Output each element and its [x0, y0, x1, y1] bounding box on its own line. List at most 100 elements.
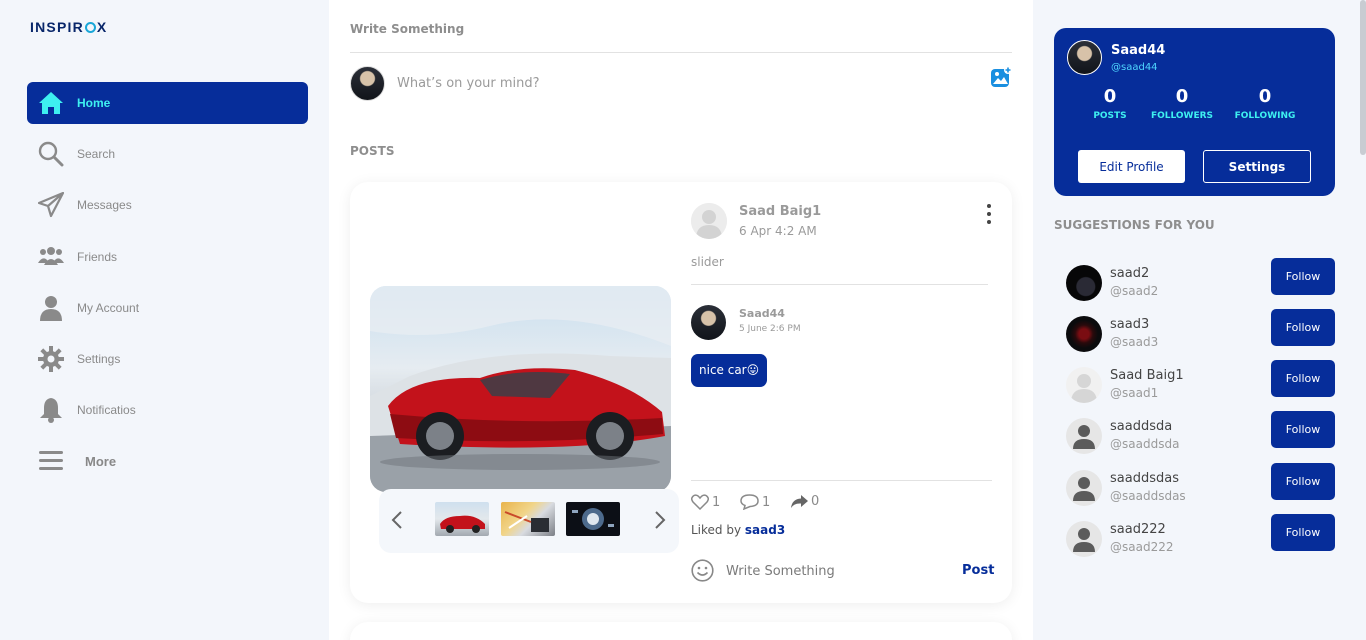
friends-icon — [38, 244, 64, 270]
default-avatar-icon[interactable] — [1066, 521, 1102, 557]
divider — [691, 480, 992, 481]
liked-by-user-link[interactable]: saad3 — [745, 523, 785, 537]
suggestion-item: saad2 @saad2 Follow — [1066, 258, 1336, 305]
default-avatar-icon[interactable] — [1066, 470, 1102, 506]
edit-profile-button[interactable]: Edit Profile — [1078, 150, 1185, 183]
bell-icon — [38, 397, 64, 423]
suggestion-name[interactable]: saaddsdas — [1110, 471, 1179, 486]
avatar[interactable] — [691, 203, 727, 239]
chevron-right-icon[interactable] — [648, 507, 672, 533]
share-button[interactable]: 0 — [790, 494, 819, 509]
post-composer-input[interactable] — [397, 72, 957, 94]
red-sports-car-image[interactable] — [370, 286, 671, 492]
user-icon — [38, 295, 64, 321]
share-count: 0 — [811, 494, 820, 509]
sidebar-item-more[interactable]: More — [27, 440, 308, 482]
sidebar-item-home[interactable]: Home — [27, 82, 308, 124]
post-comment-button[interactable]: Post — [962, 563, 994, 578]
suggestion-handle: @saaddsda — [1110, 437, 1180, 451]
globe-icon — [84, 22, 96, 33]
suggestion-name[interactable]: saad3 — [1110, 317, 1149, 332]
red-car-thumb[interactable] — [435, 502, 489, 536]
sidebar-item-messages[interactable]: Messages — [27, 184, 308, 226]
menu-icon — [38, 448, 64, 474]
suggestion-item: Saad Baig1 @saad1 Follow — [1066, 360, 1336, 407]
emoji-icon[interactable] — [691, 559, 714, 582]
follow-button[interactable]: Follow — [1271, 360, 1335, 397]
suggestion-item: saad3 @saad3 Follow — [1066, 309, 1336, 356]
avatar[interactable] — [1067, 40, 1102, 75]
comment-button[interactable]: 1 — [740, 494, 770, 510]
desk-thumb[interactable] — [501, 502, 555, 536]
sidebar-item-label: Settings — [77, 352, 121, 366]
comment-icon — [740, 494, 759, 510]
suggestions-title: SUGGESTIONS FOR YOU — [1054, 218, 1215, 232]
posts-stat[interactable]: 0 POSTS — [1070, 86, 1150, 121]
suggestion-name[interactable]: saad2 — [1110, 266, 1149, 281]
follow-button[interactable]: Follow — [1271, 258, 1335, 295]
followers-stat[interactable]: 0 FOLLOWERS — [1142, 86, 1222, 121]
sidebar-item-label: Notificatios — [77, 403, 136, 417]
feed-column: Write Something POSTS — [329, 0, 1033, 640]
like-button[interactable]: 1 — [691, 494, 720, 510]
suggestion-name[interactable]: saad222 — [1110, 522, 1166, 537]
gear-icon — [38, 346, 64, 372]
following-label: FOLLOWING — [1234, 111, 1296, 121]
post-caption: slider — [691, 255, 724, 269]
heart-icon — [691, 494, 709, 510]
post-author-name[interactable]: Saad Baig1 — [739, 204, 821, 219]
follow-button[interactable]: Follow — [1271, 309, 1335, 346]
share-icon — [791, 495, 808, 508]
sidebar-item-label: Messages — [77, 198, 132, 212]
scrollbar[interactable] — [1360, 0, 1366, 155]
left-sidebar: INSPIR X Home Search Messages Friends My … — [0, 0, 329, 640]
more-options-icon[interactable] — [983, 202, 995, 228]
avatar[interactable] — [1066, 316, 1102, 352]
add-image-icon[interactable] — [990, 66, 1012, 88]
comment-author-name[interactable]: Saad44 — [739, 307, 785, 320]
following-stat[interactable]: 0 FOLLOWING — [1225, 86, 1305, 121]
image-slider — [379, 489, 679, 553]
avatar — [350, 66, 385, 101]
suggestion-handle: @saad2 — [1110, 284, 1159, 298]
sidebar-item-label: Search — [77, 147, 116, 161]
avatar[interactable] — [691, 305, 726, 340]
suggestion-name[interactable]: Saad Baig1 — [1110, 368, 1184, 383]
posts-count: 0 — [1103, 86, 1117, 107]
post-card: Saad Baig1 6 Apr 4:2 AM slider Saad44 5 … — [350, 182, 1012, 603]
suggestion-handle: @saad3 — [1110, 335, 1159, 349]
comment-text: nice car😛 — [691, 354, 768, 387]
settings-button[interactable]: Settings — [1203, 150, 1311, 183]
sidebar-item-notifications[interactable]: Notificatios — [27, 389, 308, 431]
search-icon — [38, 141, 64, 167]
suggestion-handle: @saad222 — [1110, 540, 1174, 554]
profile-card: Saad44 @saad44 0 POSTS 0 FOLLOWERS 0 FOL… — [1054, 28, 1335, 196]
app-logo[interactable]: INSPIR X — [30, 19, 107, 35]
avatar[interactable] — [1066, 265, 1102, 301]
comment-input[interactable] — [726, 562, 946, 580]
post-timestamp: 6 Apr 4:2 AM — [739, 224, 817, 238]
divider — [350, 52, 1012, 53]
sidebar-item-my-account[interactable]: My Account — [27, 287, 308, 329]
sidebar-item-label: Friends — [77, 250, 118, 264]
post-card — [350, 622, 1012, 640]
follow-button[interactable]: Follow — [1271, 411, 1335, 448]
chevron-left-icon[interactable] — [385, 507, 409, 533]
suggestion-handle: @saad1 — [1110, 386, 1159, 400]
sidebar-item-label: My Account — [77, 301, 140, 315]
default-avatar-icon[interactable] — [1066, 418, 1102, 454]
avatar[interactable] — [1066, 367, 1102, 403]
video-thumb[interactable] — [566, 502, 620, 536]
posts-label: POSTS — [1093, 111, 1127, 121]
sidebar-item-search[interactable]: Search — [27, 133, 308, 175]
follow-button[interactable]: Follow — [1271, 514, 1335, 551]
sidebar-item-friends[interactable]: Friends — [27, 236, 308, 278]
suggestion-name[interactable]: saaddsda — [1110, 419, 1172, 434]
sidebar-item-settings[interactable]: Settings — [27, 338, 308, 380]
composer-title: Write Something — [350, 22, 465, 36]
home-icon — [38, 90, 64, 116]
follow-button[interactable]: Follow — [1271, 463, 1335, 500]
profile-name[interactable]: Saad44 — [1111, 43, 1165, 58]
comment-count: 1 — [762, 494, 771, 510]
divider — [691, 284, 988, 285]
